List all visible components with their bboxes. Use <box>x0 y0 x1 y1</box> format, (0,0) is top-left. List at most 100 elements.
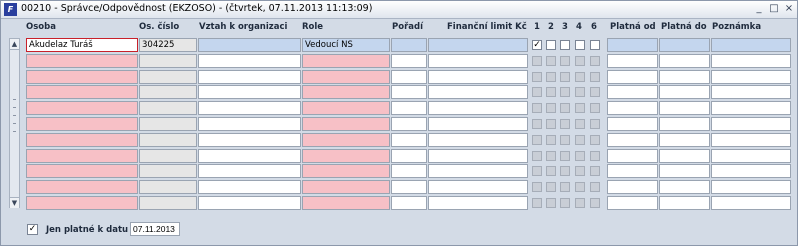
platna-do-field[interactable] <box>659 70 710 84</box>
poznamka-field[interactable] <box>711 117 791 131</box>
platna-od-field[interactable] <box>607 85 658 99</box>
role-field[interactable] <box>302 133 390 147</box>
row-checkbox[interactable] <box>575 87 585 97</box>
row-checkbox[interactable] <box>532 182 542 192</box>
platna-do-field[interactable] <box>659 85 710 99</box>
poznamka-field[interactable] <box>711 70 791 84</box>
poznamka-field[interactable] <box>711 85 791 99</box>
limit-field[interactable] <box>428 133 528 147</box>
row-checkbox[interactable] <box>560 135 570 145</box>
row-checkbox[interactable] <box>546 166 556 176</box>
platna-do-field[interactable] <box>659 196 710 210</box>
row-checkbox[interactable] <box>546 198 556 208</box>
row-checkbox[interactable] <box>575 72 585 82</box>
row-checkbox[interactable] <box>575 56 585 66</box>
platna-do-field[interactable] <box>659 149 710 163</box>
row-checkbox[interactable] <box>560 40 570 50</box>
row-checkbox[interactable] <box>546 182 556 192</box>
row-checkbox[interactable] <box>575 182 585 192</box>
row-checkbox[interactable] <box>532 119 542 129</box>
row-checkbox[interactable] <box>546 135 556 145</box>
osoba-field[interactable] <box>26 54 138 68</box>
row-checkbox[interactable] <box>560 103 570 113</box>
limit-field[interactable] <box>428 70 528 84</box>
platna-do-field[interactable] <box>659 101 710 115</box>
platna-od-field[interactable] <box>607 38 658 52</box>
os-cislo-field[interactable] <box>139 133 197 147</box>
platna-od-field[interactable] <box>607 149 658 163</box>
platna-od-field[interactable] <box>607 180 658 194</box>
os-cislo-field[interactable] <box>139 70 197 84</box>
platna-od-field[interactable] <box>607 164 658 178</box>
role-field[interactable] <box>302 101 390 115</box>
vztah-field[interactable] <box>198 38 301 52</box>
row-checkbox[interactable] <box>546 87 556 97</box>
row-checkbox[interactable] <box>590 135 600 145</box>
platna-od-field[interactable] <box>607 70 658 84</box>
limit-field[interactable] <box>428 54 528 68</box>
scroll-down-button[interactable]: ▼ <box>10 197 19 208</box>
role-field[interactable] <box>302 180 390 194</box>
row-checkbox[interactable] <box>590 72 600 82</box>
maximize-button[interactable]: □ <box>768 3 780 15</box>
limit-field[interactable] <box>428 101 528 115</box>
role-field[interactable] <box>302 196 390 210</box>
row-checkbox[interactable] <box>590 166 600 176</box>
row-checkbox[interactable] <box>590 56 600 66</box>
poznamka-field[interactable] <box>711 133 791 147</box>
poradi-field[interactable] <box>391 180 427 194</box>
role-field[interactable] <box>302 70 390 84</box>
close-button[interactable]: × <box>783 3 795 15</box>
row-checkbox[interactable] <box>575 198 585 208</box>
row-checkbox[interactable] <box>575 151 585 161</box>
platna-do-field[interactable] <box>659 133 710 147</box>
role-field[interactable] <box>302 149 390 163</box>
platna-od-field[interactable] <box>607 133 658 147</box>
osoba-field[interactable] <box>26 164 138 178</box>
row-checkbox[interactable] <box>560 56 570 66</box>
role-field[interactable] <box>302 117 390 131</box>
limit-field[interactable] <box>428 38 528 52</box>
poznamka-field[interactable] <box>711 164 791 178</box>
poradi-field[interactable] <box>391 101 427 115</box>
platna-do-field[interactable] <box>659 117 710 131</box>
os-cislo-field[interactable] <box>139 180 197 194</box>
row-checkbox[interactable] <box>590 40 600 50</box>
row-checkbox[interactable] <box>590 103 600 113</box>
os-cislo-field[interactable] <box>139 101 197 115</box>
platna-do-field[interactable] <box>659 54 710 68</box>
row-checkbox[interactable] <box>575 166 585 176</box>
osoba-field[interactable] <box>26 180 138 194</box>
poradi-field[interactable] <box>391 38 427 52</box>
row-checkbox[interactable] <box>560 151 570 161</box>
osoba-field[interactable] <box>26 133 138 147</box>
limit-field[interactable] <box>428 149 528 163</box>
osoba-field[interactable] <box>26 149 138 163</box>
platna-od-field[interactable] <box>607 117 658 131</box>
row-checkbox[interactable] <box>532 198 542 208</box>
platna-od-field[interactable] <box>607 196 658 210</box>
poradi-field[interactable] <box>391 70 427 84</box>
vztah-field[interactable] <box>198 133 301 147</box>
scroll-up-button[interactable]: ▲ <box>10 39 19 50</box>
poradi-field[interactable] <box>391 117 427 131</box>
os-cislo-field[interactable] <box>139 196 197 210</box>
row-checkbox[interactable] <box>590 119 600 129</box>
limit-field[interactable] <box>428 164 528 178</box>
os-cislo-field[interactable] <box>139 117 197 131</box>
poznamka-field[interactable] <box>711 149 791 163</box>
row-checkbox[interactable] <box>546 40 556 50</box>
row-checkbox[interactable] <box>532 151 542 161</box>
poznamka-field[interactable] <box>711 54 791 68</box>
minimize-button[interactable]: _ <box>753 3 765 15</box>
poznamka-field[interactable] <box>711 196 791 210</box>
poznamka-field[interactable] <box>711 180 791 194</box>
osoba-field[interactable] <box>26 117 138 131</box>
poradi-field[interactable] <box>391 164 427 178</box>
row-checkbox[interactable] <box>590 87 600 97</box>
os-cislo-field[interactable] <box>139 85 197 99</box>
valid-only-checkbox[interactable]: ✓ <box>27 224 38 235</box>
row-checkbox[interactable] <box>575 119 585 129</box>
limit-field[interactable] <box>428 117 528 131</box>
poznamka-field[interactable] <box>711 38 791 52</box>
